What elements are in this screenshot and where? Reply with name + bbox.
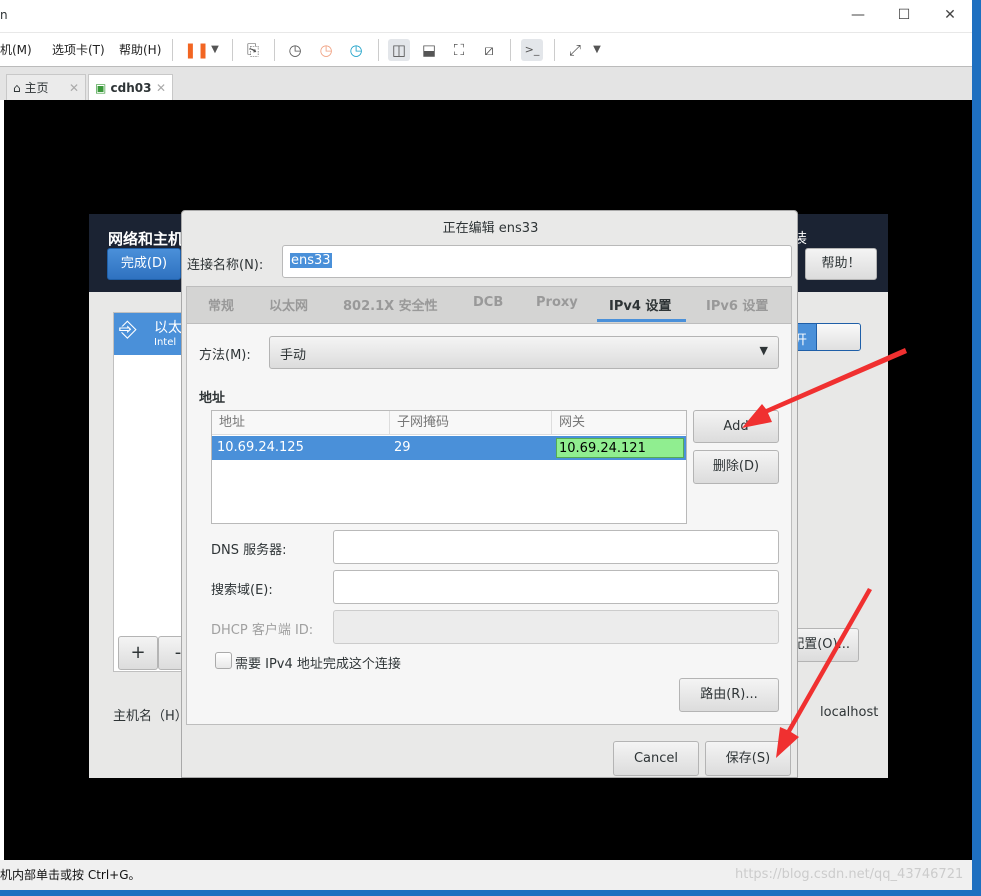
- watermark: https://blog.csdn.net/qq_43746721: [735, 867, 964, 882]
- status-bar: 机内部单击或按 Ctrl+G。 https://blog.csdn.net/qq…: [0, 860, 972, 890]
- status-text: 机内部单击或按 Ctrl+G。: [0, 868, 141, 882]
- red-arrow-to-save: [776, 588, 872, 758]
- annotation-arrows: [742, 348, 907, 758]
- vmware-window: n — ☐ ✕ 机(M) 选项卡(T) 帮助(H) ❚❚ ▼ ⎘ ◷ ◷ ◷ ◫…: [0, 0, 972, 890]
- red-arrow-to-add: [742, 348, 907, 428]
